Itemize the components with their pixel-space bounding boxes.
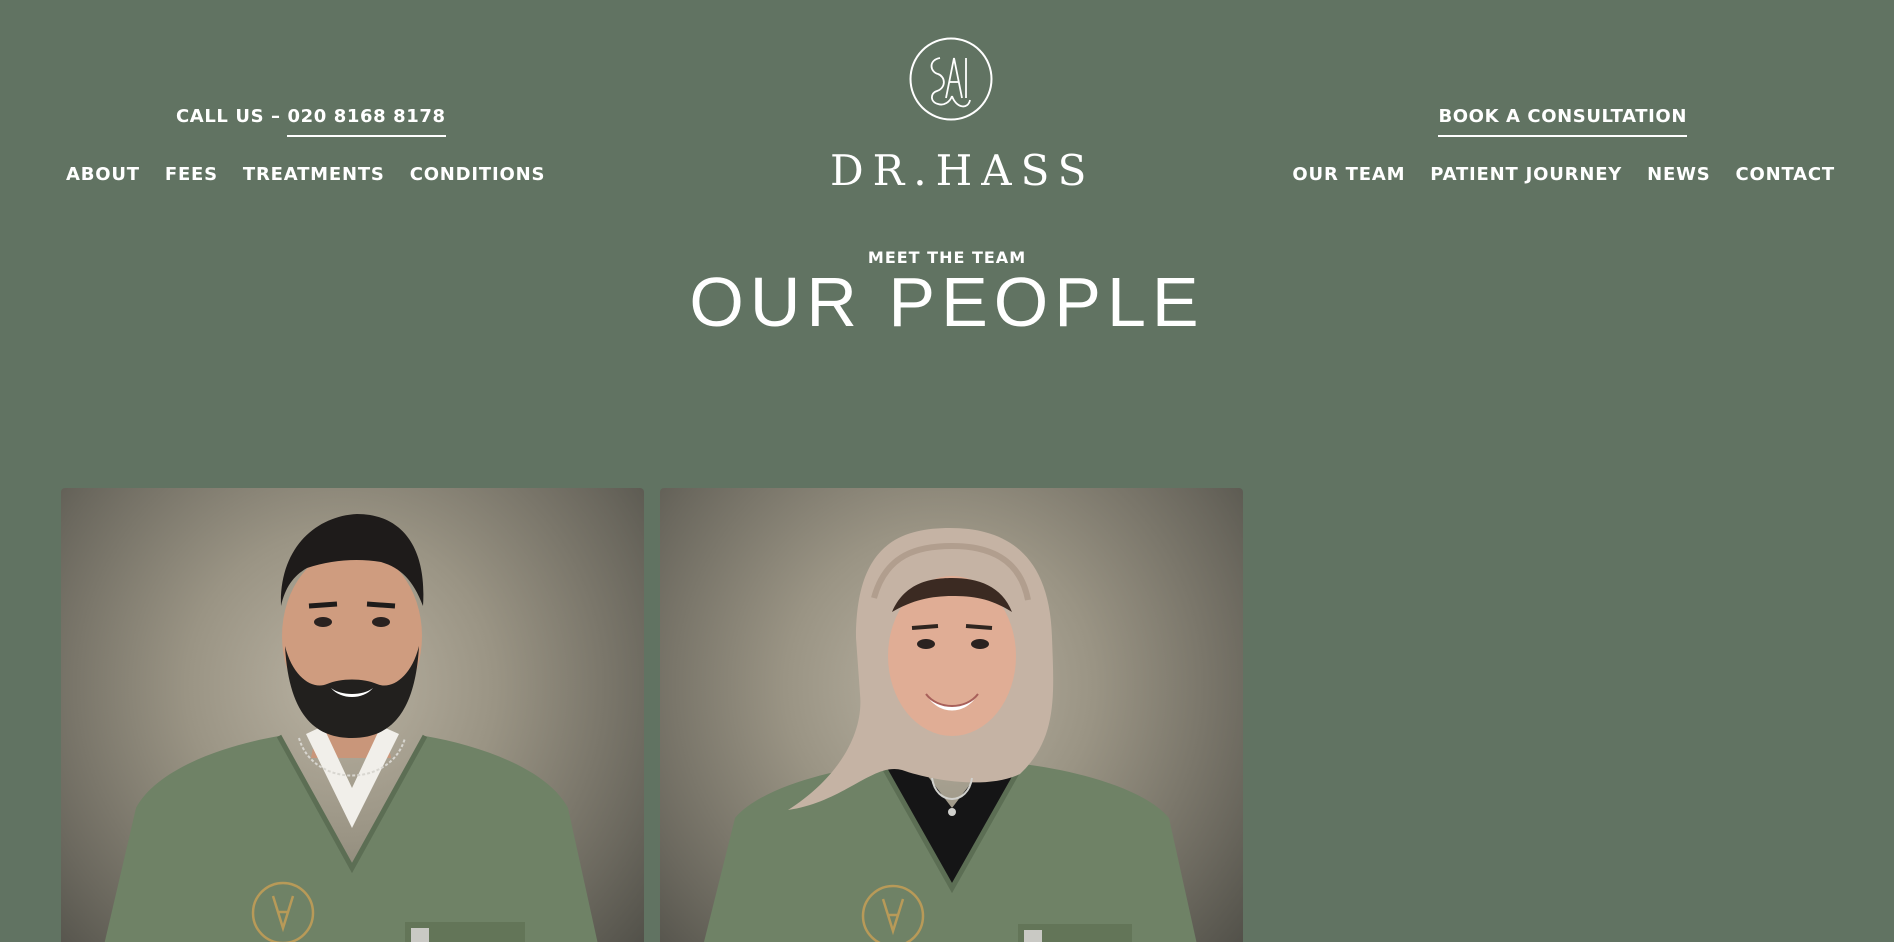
team-card[interactable] (61, 488, 644, 942)
portrait-woman-photo (704, 528, 1197, 942)
call-us-link[interactable]: CALL US – 020 8168 8178 (176, 106, 446, 137)
nav-item-news[interactable]: NEWS (1647, 164, 1710, 185)
book-consultation-link[interactable]: BOOK A CONSULTATION (1438, 106, 1687, 137)
page: CALL US – 020 8168 8178 ABOUT FEES TREAT… (0, 0, 1894, 942)
nav-item-patient-journey[interactable]: PATIENT JOURNEY (1430, 164, 1622, 185)
primary-nav-left: ABOUT FEES TREATMENTS CONDITIONS (66, 164, 545, 185)
monogram-icon (909, 37, 993, 121)
nav-item-fees[interactable]: FEES (165, 164, 218, 185)
call-us-prefix: CALL US – (176, 106, 288, 127)
nav-item-contact[interactable]: CONTACT (1736, 164, 1835, 185)
primary-nav-right: OUR TEAM PATIENT JOURNEY NEWS CONTACT (1292, 164, 1835, 185)
logo-wordmark: DR.HASS (830, 146, 1096, 195)
portrait-man-photo (104, 514, 598, 942)
nav-item-our-team[interactable]: OUR TEAM (1292, 164, 1405, 185)
site-logo[interactable]: DR.HASS (830, 36, 1096, 196)
team-card[interactable] (660, 488, 1243, 942)
site-header: CALL US – 020 8168 8178 ABOUT FEES TREAT… (0, 0, 1894, 200)
page-title: OUR PEOPLE (689, 263, 1205, 341)
nav-item-about[interactable]: ABOUT (66, 164, 140, 185)
nav-item-treatments[interactable]: TREATMENTS (243, 164, 385, 185)
nav-item-conditions[interactable]: CONDITIONS (410, 164, 546, 185)
call-us-number: 020 8168 8178 (287, 106, 446, 137)
